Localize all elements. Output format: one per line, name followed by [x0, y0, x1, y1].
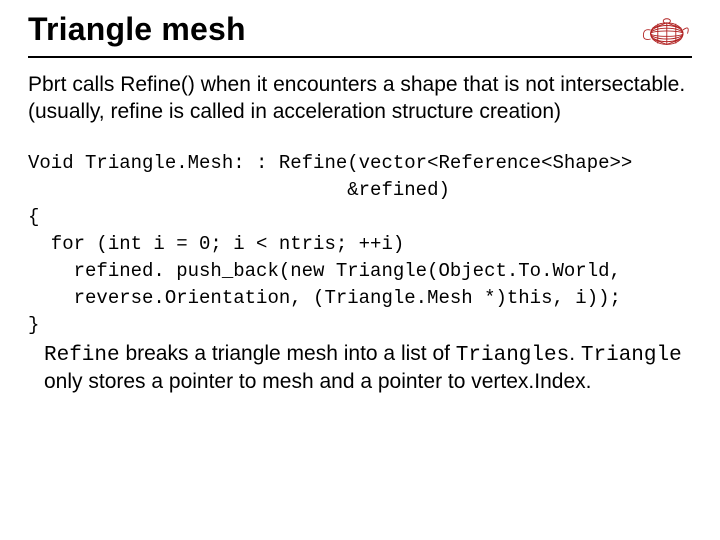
note-text-3: only stores a pointer to mesh and a poin… — [44, 370, 591, 393]
note-code-word-2: Triangles — [456, 344, 569, 367]
title-row: Triangle mesh — [28, 10, 692, 52]
intro-paragraph: Pbrt calls Refine() when it encounters a… — [28, 72, 692, 126]
note-text-1: breaks a triangle mesh into a list of — [120, 342, 456, 365]
title-divider — [28, 56, 692, 58]
note-text-2: . — [569, 342, 581, 365]
teapot-icon — [638, 10, 692, 50]
slide: Triangle mesh Pb — [0, 0, 720, 540]
code-block: Void Triangle.Mesh: : Refine(vector<Refe… — [28, 150, 692, 339]
note-code-word-3: Triangle — [581, 344, 682, 367]
note-code-word-1: Refine — [44, 344, 120, 367]
slide-title: Triangle mesh — [28, 11, 246, 48]
note-paragraph: Refine breaks a triangle mesh into a lis… — [44, 341, 692, 397]
